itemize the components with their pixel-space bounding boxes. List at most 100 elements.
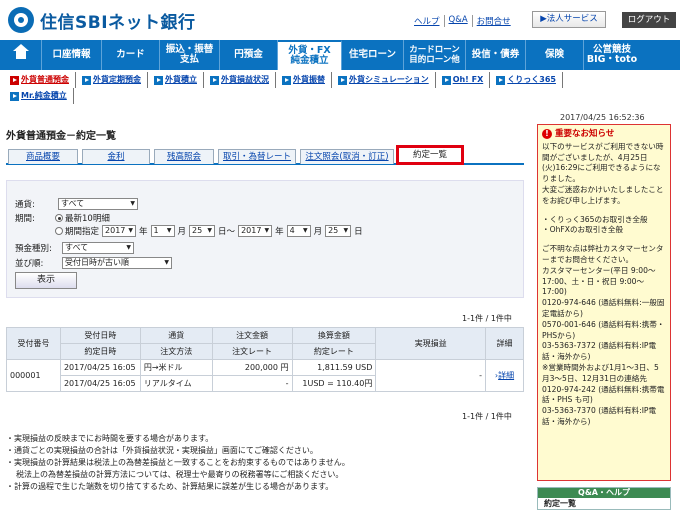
cell-exec-rate: 1USD = 110.40円 bbox=[291, 375, 377, 392]
nav-foreign-fx[interactable]: 外貨・FX 純金積立 bbox=[278, 40, 342, 70]
logout-button[interactable]: ログアウト bbox=[622, 12, 676, 28]
nav-account-info[interactable]: 口座情報 bbox=[42, 40, 102, 70]
nav-card-loan[interactable]: カードローン 目的ローン他 bbox=[404, 40, 466, 70]
arrow-right-icon bbox=[496, 75, 506, 85]
period-range-radio[interactable] bbox=[55, 227, 63, 235]
currency-row: 通貨: すべて bbox=[15, 198, 141, 210]
header-order-method: 注文方法 bbox=[139, 343, 213, 360]
cell-detail: ›詳細 bbox=[485, 359, 524, 392]
note-line: ・実現損益の計算結果は税法上の為替差損益と一致することをお約束するものではありま… bbox=[6, 458, 350, 467]
qa-help-box: Q&A・ヘルプ 約定一覧 bbox=[537, 487, 671, 510]
subnav-foreign-simulation[interactable]: 外貨シミュレーション bbox=[338, 72, 436, 88]
notice-line: 03-5363-7372 (通話料有料:IP電話・海外から) bbox=[542, 341, 657, 362]
cell-order-amount: 200,000 円 bbox=[211, 359, 293, 376]
corporate-service-button[interactable]: ▶法人サービス bbox=[532, 11, 606, 28]
nav-home[interactable] bbox=[0, 40, 42, 70]
from-day-unit: 日～ bbox=[218, 227, 236, 237]
nav-yen-deposit[interactable]: 円預金 bbox=[220, 40, 278, 70]
period-label: 期間: bbox=[15, 214, 35, 224]
nav-transfer[interactable]: 振込・振替 支払 bbox=[160, 40, 220, 70]
header: 住信SBIネット銀行 ヘルプ Q&A お問合せ ▶法人サービス ログアウト bbox=[0, 0, 680, 38]
contact-link[interactable]: お問合せ bbox=[473, 15, 515, 27]
to-year-select[interactable]: 2017 bbox=[238, 225, 273, 237]
to-day-unit: 日 bbox=[354, 227, 363, 237]
nav-mortgage[interactable]: 住宅ローン bbox=[342, 40, 404, 70]
subnav-ohfx[interactable]: Oh! FX bbox=[441, 72, 491, 88]
qa-item-link[interactable]: 約定一覧 bbox=[538, 498, 670, 510]
to-month-select[interactable]: 4 bbox=[286, 225, 311, 237]
subnav-foreign-pnl[interactable]: 外貨損益状況 bbox=[210, 72, 276, 88]
cell-currency: 円→米ドル bbox=[139, 359, 213, 376]
table-row: 000001 2017/04/25 16:05 円→米ドル 200,000 円 … bbox=[6, 359, 524, 392]
nav-investment[interactable]: 投信・債券 bbox=[466, 40, 526, 70]
deposit-select[interactable]: すべて bbox=[62, 242, 134, 254]
header-links: ヘルプ Q&A お問合せ bbox=[410, 15, 515, 27]
show-button[interactable]: 表示 bbox=[15, 272, 77, 289]
nav-card[interactable]: カード bbox=[102, 40, 160, 70]
tab-trade-rate[interactable]: 取引・為替レート bbox=[218, 149, 296, 164]
cell-pnl: - bbox=[375, 359, 487, 392]
qa-link[interactable]: Q&A bbox=[445, 15, 473, 27]
nav-insurance[interactable]: 保険 bbox=[526, 40, 584, 70]
header-currency: 通貨 bbox=[139, 327, 213, 344]
table-header-row-1: 受付番号 受付日時 通貨 注文金額 換算金額 実現損益 詳細 bbox=[6, 327, 524, 360]
subnav-foreign-accumulation[interactable]: 外貨積立 bbox=[154, 72, 204, 88]
subnav-gold-accumulation[interactable]: Mr.純金積立 bbox=[10, 88, 74, 104]
subnav-foreign-transfer[interactable]: 外貨振替 bbox=[282, 72, 332, 88]
notice-line: ご不明な点は弊社カスタマーセンターまでお問合せください。 bbox=[542, 244, 664, 264]
tab-execution-list[interactable]: 約定一覧 bbox=[396, 145, 464, 165]
from-day-select[interactable]: 25 bbox=[189, 225, 216, 237]
period-latest-radio[interactable] bbox=[55, 214, 63, 222]
to-month-unit: 月 bbox=[313, 227, 323, 237]
notice-line: ※営業時間外および1月1～3日、5月3～5日、12月31日の連絡先 bbox=[542, 362, 659, 383]
from-month-select[interactable]: 1 bbox=[150, 225, 175, 237]
subnav-foreign-time-deposit[interactable]: 外貨定期預金 bbox=[82, 72, 148, 88]
sort-select[interactable]: 受付日時が古い順 bbox=[62, 257, 172, 269]
result-count-top: 1-1件 / 1件中 bbox=[462, 314, 512, 323]
cell-converted-amount: 1,811.59 USD bbox=[291, 359, 377, 376]
arrow-right-icon bbox=[10, 75, 19, 85]
deposit-row: 預金種別: すべて bbox=[15, 242, 137, 254]
arrow-right-icon bbox=[154, 75, 163, 85]
main-nav: 口座情報 カード 振込・振替 支払 円預金 外貨・FX 純金積立 住宅ローン カ… bbox=[0, 40, 680, 70]
period-range-row: 期間指定 2017年 1月 25日～ 2017年 4月 25日 bbox=[55, 225, 363, 237]
tab-bar: 商品概要 金利 残高照会 取引・為替レート 注文照会(取消・訂正) 約定一覧 bbox=[6, 145, 524, 165]
nav-lottery[interactable]: 公営競技 BIG・toto bbox=[584, 40, 640, 70]
to-year-unit: 年 bbox=[275, 227, 284, 237]
alert-icon: ! bbox=[542, 129, 552, 140]
header-executed-at: 約定日時 bbox=[59, 343, 141, 360]
logo-mark-icon bbox=[8, 7, 34, 33]
notice-line: カスタマーセンター(平日 9:00～17:00、土・日・祝日 9:00～17:0… bbox=[542, 265, 656, 297]
arrow-right-icon bbox=[282, 75, 291, 85]
page-title: 外貨普通預金－約定一覧 bbox=[6, 131, 116, 142]
subnav-click365[interactable]: くりっく365 bbox=[496, 72, 563, 88]
note-line: 税法上の為替差損益の計算方法については、税理士や最寄りの税務署等にご相談ください… bbox=[16, 470, 344, 479]
header-detail: 詳細 bbox=[485, 327, 524, 360]
notice-line: 以下のサービスがご利用できない時間がございましたが、4月25日(火)16:29に… bbox=[542, 141, 664, 184]
notice-line: 0570-001-646 (通話料有料:携帯・PHSから) bbox=[542, 319, 665, 340]
tab-order-inquiry[interactable]: 注文照会(取消・訂正) bbox=[300, 149, 394, 164]
tab-product-overview[interactable]: 商品概要 bbox=[8, 149, 78, 164]
arrow-right-icon bbox=[82, 75, 91, 85]
currency-select[interactable]: すべて bbox=[58, 198, 138, 210]
qa-header: Q&A・ヘルプ bbox=[538, 488, 670, 498]
important-notice: ! 重要なお知らせ 以下のサービスがご利用できない時間がございましたが、4月25… bbox=[537, 124, 671, 481]
notice-title-text: 重要なお知らせ bbox=[555, 129, 615, 139]
notes: ・実現損益の反映までにお時間を要する場合があります。 ・通貨ごとの実現損益の合計… bbox=[6, 433, 526, 493]
bank-logo[interactable]: 住信SBIネット銀行 bbox=[8, 7, 196, 33]
cell-received-at: 2017/04/25 16:05 bbox=[59, 359, 141, 376]
cell-executed-at: 2017/04/25 16:05 bbox=[59, 375, 141, 392]
to-day-select[interactable]: 25 bbox=[325, 225, 352, 237]
from-year-select[interactable]: 2017 bbox=[102, 225, 137, 237]
period-row: 期間: 最新10明細 bbox=[15, 212, 110, 224]
execution-table: 受付番号 受付日時 通貨 注文金額 換算金額 実現損益 詳細 約定日時 注文方法… bbox=[6, 327, 524, 392]
tab-balance[interactable]: 残高照会 bbox=[154, 149, 214, 164]
search-form: 通貨: すべて 期間: 最新10明細 期間指定 2017年 1月 25日～ 20… bbox=[6, 180, 524, 298]
subnav-foreign-savings[interactable]: 外貨普通預金 bbox=[10, 72, 76, 88]
header-converted-amount: 換算金額 bbox=[291, 327, 377, 344]
cell-order-rate: - bbox=[211, 375, 293, 392]
sub-nav: 外貨普通預金 外貨定期預金 外貨積立 外貨損益状況 外貨振替 外貨シミュレーショ… bbox=[10, 72, 630, 104]
detail-link[interactable]: 詳細 bbox=[498, 371, 514, 380]
tab-interest-rate[interactable]: 金利 bbox=[82, 149, 150, 164]
help-link[interactable]: ヘルプ bbox=[410, 15, 445, 27]
